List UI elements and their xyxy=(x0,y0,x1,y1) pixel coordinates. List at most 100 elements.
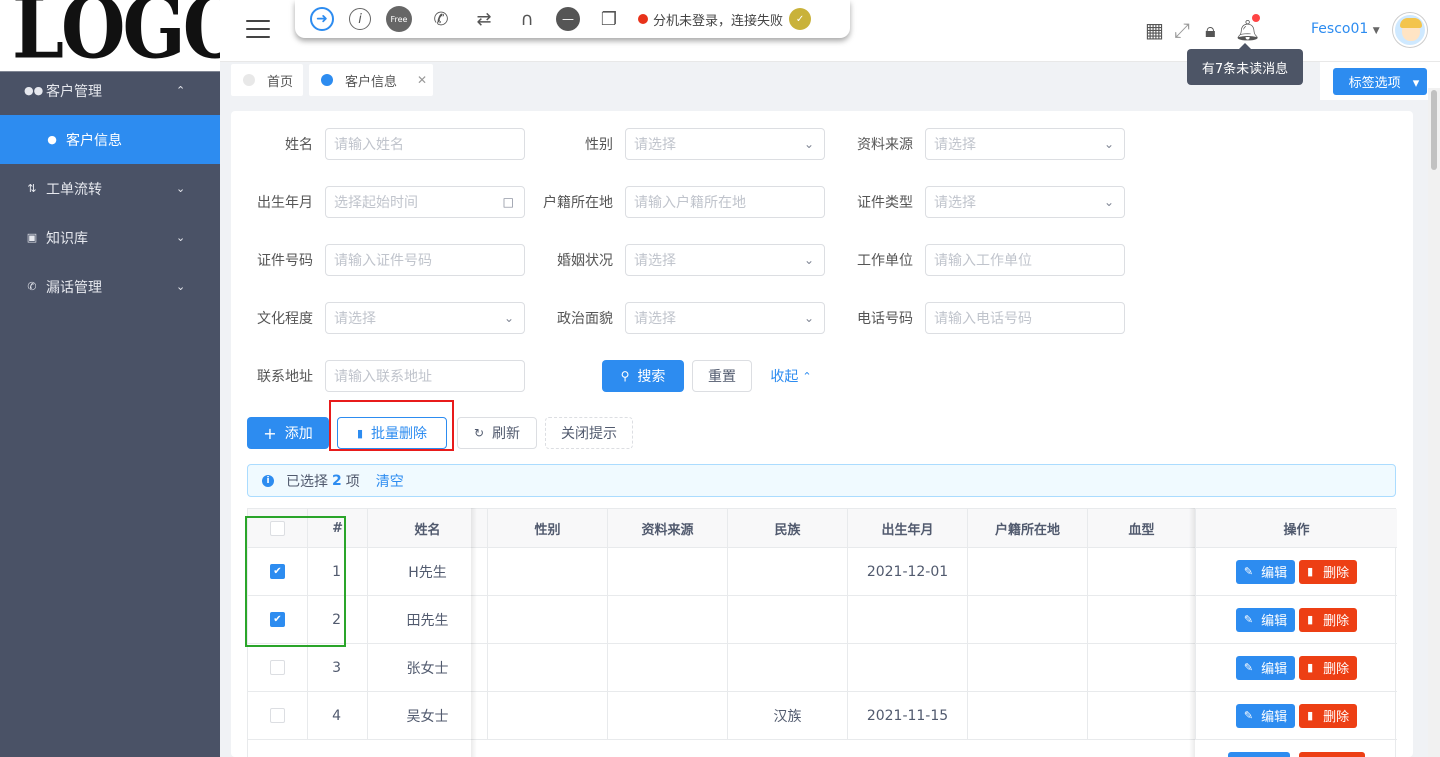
sidebar-item-missed-calls[interactable]: ✆ 漏话管理 ⌄ xyxy=(0,262,220,311)
gender-select[interactable]: 请选择 ⌄ xyxy=(625,128,825,160)
alert-suffix: 项 xyxy=(345,473,360,490)
edit-button[interactable]: ✎ 编辑 xyxy=(1235,607,1296,632)
sidebar-item-customer-management[interactable]: ●● 客户管理 ⌃ xyxy=(0,66,220,115)
page-scrollbar[interactable] xyxy=(1428,88,1440,757)
table-cell-gender xyxy=(488,644,608,692)
form-row: 资料来源 请选择 ⌄ xyxy=(831,128,1125,160)
form-row: 性别 请选择 ⌄ xyxy=(531,128,825,160)
hang-up-icon[interactable]: — xyxy=(556,7,580,31)
chevron-down-icon: ⌄ xyxy=(503,311,514,325)
table-cell-source xyxy=(608,692,728,740)
delete-button[interactable]: ▮ 删除 xyxy=(1299,559,1358,584)
name-label: 姓名 xyxy=(285,137,313,153)
address-input[interactable]: 请输入联系地址 xyxy=(325,360,525,392)
form-row: 婚姻状况 请选择 ⌄ xyxy=(531,244,825,276)
tab-home[interactable]: 首页 xyxy=(231,64,303,96)
sidebar-item-workorder[interactable]: ⇅ 工单流转 ⌄ xyxy=(0,164,220,213)
phone-call-icon[interactable]: ✆ xyxy=(427,7,455,31)
delete-button[interactable]: ▮ 删除 xyxy=(1299,607,1358,632)
column-header: 操作 xyxy=(1196,509,1397,548)
edit-label: 编辑 xyxy=(1261,566,1288,581)
headset-icon[interactable]: ∩ xyxy=(513,7,541,31)
chevron-up-icon: ⌃ xyxy=(802,369,812,383)
trash-icon: ▮ xyxy=(1307,613,1314,626)
row-checkbox[interactable] xyxy=(270,660,285,675)
source-select[interactable]: 请选择 ⌄ xyxy=(925,128,1125,160)
phone-label: 电话号码 xyxy=(857,311,913,327)
copy-icon[interactable]: ❐ xyxy=(595,7,623,31)
tag-options-label: 标签选项 xyxy=(1340,71,1409,95)
table-cell-nation xyxy=(728,644,848,692)
politics-select[interactable]: 请选择 ⌄ xyxy=(625,302,825,334)
table-cell-hukou xyxy=(968,692,1088,740)
main-content: 姓名 请输入姓名 性别 请选择 ⌄ 资料来源 请选择 ⌄ 出生年月 选择起始时间 □ … xyxy=(231,111,1413,757)
close-tip-button[interactable]: 关闭提示 xyxy=(545,417,633,449)
edit-button[interactable]: ✎ 编辑 xyxy=(1235,703,1296,728)
table-cell-source xyxy=(608,596,728,644)
edit-label: 编辑 xyxy=(1261,710,1288,725)
sidebar-item-label: 客户管理 xyxy=(46,83,102,100)
phone-input[interactable]: 请输入电话号码 xyxy=(925,302,1125,334)
tab-dot-icon xyxy=(243,74,255,86)
user-menu[interactable]: Fesco01 ▼ xyxy=(1311,21,1380,37)
info-icon: i xyxy=(262,474,274,487)
apps-grid-icon[interactable]: ▦ xyxy=(1145,18,1164,42)
edu-select[interactable]: 请选择 ⌄ xyxy=(325,302,525,334)
fullscreen-icon[interactable]: ⤢ xyxy=(1174,18,1190,42)
lock-icon[interactable]: 🔒︎ xyxy=(1205,18,1216,42)
actions-cell: ✎ 编辑 ▮ 删除 xyxy=(1196,596,1397,644)
search-button[interactable]: ⚲ 搜索 xyxy=(602,360,684,392)
chevron-down-icon[interactable]: ✓ xyxy=(789,8,812,30)
form-row: 工作单位 请输入工作单位 xyxy=(831,244,1125,276)
column-header: 性别 xyxy=(488,509,608,548)
actions-cell: ✎ 编辑 ▮ 删除 xyxy=(1196,548,1397,596)
alert-prefix: 已选择 xyxy=(286,473,328,490)
row-checkbox[interactable] xyxy=(270,708,285,723)
idno-input[interactable]: 请输入证件号码 xyxy=(325,244,525,276)
name-input[interactable]: 请输入姓名 xyxy=(325,128,525,160)
tab-customer-info[interactable]: 客户信息 ✕ xyxy=(309,64,433,96)
hukou-input[interactable]: 请输入户籍所在地 xyxy=(625,186,825,218)
delete-button[interactable]: ▮ 删除 xyxy=(1299,655,1358,680)
menu-toggle-icon[interactable] xyxy=(246,20,270,38)
sidebar-item-knowledge[interactable]: ▣ 知识库 ⌄ xyxy=(0,213,220,262)
close-icon[interactable]: ✕ xyxy=(417,73,427,87)
add-button[interactable]: + 添加 xyxy=(247,417,329,449)
sign-in-icon[interactable]: ➜ xyxy=(310,7,334,31)
marital-select[interactable]: 请选择 ⌄ xyxy=(625,244,825,276)
form-row: 姓名 请输入姓名 xyxy=(231,128,525,160)
tag-options-button[interactable]: 标签选项 ▾ xyxy=(1332,67,1428,95)
collapse-link[interactable]: 收起 ⌃ xyxy=(761,360,821,392)
birth-date-picker[interactable]: 选择起始时间 □ xyxy=(325,186,525,218)
row-select-cell xyxy=(248,692,308,740)
table-cell-nation xyxy=(728,596,848,644)
clear-selection-link[interactable]: 清空 xyxy=(376,471,404,491)
hukou-label: 户籍所在地 xyxy=(543,195,613,211)
trash-icon: ▮ xyxy=(1307,565,1314,578)
free-status-icon[interactable]: Free xyxy=(386,6,412,32)
info-icon[interactable]: i xyxy=(349,8,371,30)
sidebar-item-customer-info[interactable]: ● 客户信息 xyxy=(0,115,220,164)
table-cell-source xyxy=(608,548,728,596)
column-header: 出生年月 xyxy=(848,509,968,548)
chevron-up-icon: ⌃ xyxy=(176,84,186,97)
work-input[interactable]: 请输入工作单位 xyxy=(925,244,1125,276)
refresh-button[interactable]: ↻ 刷新 xyxy=(457,417,537,449)
edit-label: 编辑 xyxy=(1261,662,1288,677)
table-cell-birth: 2021-12-01 xyxy=(848,548,968,596)
avatar[interactable] xyxy=(1393,13,1427,47)
reset-button[interactable]: 重置 xyxy=(692,360,752,392)
transfer-call-icon[interactable]: ⇄ xyxy=(470,7,498,31)
delete-button[interactable]: ▮ 删除 xyxy=(1299,703,1358,728)
row-select-cell xyxy=(248,644,308,692)
transfer-icon: ⇅ xyxy=(27,182,37,195)
scrollbar-thumb[interactable] xyxy=(1431,90,1437,170)
edit-button[interactable]: ✎ 编辑 xyxy=(1235,559,1296,584)
edit-icon: ✎ xyxy=(1243,709,1254,722)
edit-button[interactable]: ✎ 编辑 xyxy=(1235,655,1296,680)
table-cell-idx: 3 xyxy=(308,644,368,692)
table-cell-name: 张女士 xyxy=(368,644,488,692)
chevron-down-icon: ⌄ xyxy=(1103,195,1114,209)
actions-cell: ✎ 编辑 ▮ 删除 xyxy=(1196,644,1397,692)
idtype-select[interactable]: 请选择 ⌄ xyxy=(925,186,1125,218)
